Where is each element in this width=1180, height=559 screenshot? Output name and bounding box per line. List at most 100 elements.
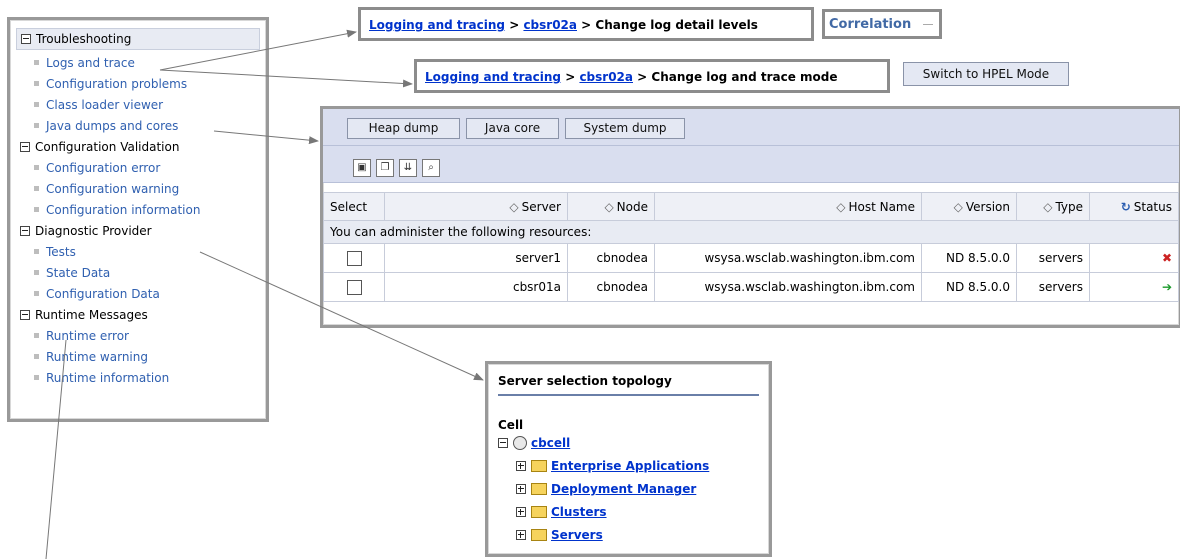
expand-icon[interactable] <box>516 483 526 494</box>
column-node[interactable]: ◇ Node <box>567 192 655 221</box>
heap-dump-button[interactable]: Heap dump <box>347 118 460 139</box>
nav-item-configuration-data[interactable]: Configuration Data <box>16 284 260 305</box>
breadcrumb-link-logging-and-tracing[interactable]: Logging and tracing <box>369 18 505 32</box>
node-cell: cbnodea <box>567 272 655 302</box>
column-version[interactable]: ◇ Version <box>921 192 1017 221</box>
sort-icon: ◇ <box>509 199 519 214</box>
switch-to-hpel-button[interactable]: Switch to HPEL Mode <box>903 62 1069 86</box>
bullet-icon <box>34 186 39 191</box>
stopped-status-icon: ✖ <box>1161 251 1172 265</box>
node-cell: cbnodea <box>567 243 655 273</box>
java-core-button[interactable]: Java core <box>466 118 559 139</box>
nav-group-diagnostic-provider[interactable]: Diagnostic Provider <box>16 221 260 242</box>
nav-item-configuration-warning[interactable]: Configuration warning <box>16 179 260 200</box>
topology-title: Server selection topology <box>498 374 759 396</box>
sort-icon: ◇ <box>953 199 963 214</box>
bullet-icon <box>34 123 39 128</box>
collapse-icon[interactable] <box>20 225 30 236</box>
table-row: cbsr01a cbnodea wsysa.wsclab.washington.… <box>323 272 1179 302</box>
administer-note: You can administer the following resourc… <box>323 220 1179 244</box>
nav-item-class-loader-viewer[interactable]: Class loader viewer <box>16 95 260 116</box>
bullet-icon <box>34 375 39 380</box>
collapse-icon[interactable] <box>20 309 30 320</box>
collapse-icon[interactable] <box>20 141 30 152</box>
nav-group-runtime-messages[interactable]: Runtime Messages <box>16 305 260 326</box>
nav-item-java-dumps-and-cores[interactable]: Java dumps and cores <box>16 116 260 137</box>
expand-icon[interactable] <box>516 506 526 517</box>
bullet-icon <box>34 249 39 254</box>
dump-toolbar: Heap dump Java core System dump <box>323 109 1179 146</box>
collapse-icon[interactable] <box>498 437 508 448</box>
show-filter-icon[interactable]: ⇊ <box>399 159 417 177</box>
table-note-row: You can administer the following resourc… <box>323 220 1179 244</box>
cell-label: Cell <box>498 418 524 432</box>
servers-table: Select ◇ Server ◇ Node ◇ Host Name ◇ Version… <box>323 192 1179 302</box>
selection-toolbar: ▣ ❐ ⇊ ⌕ <box>323 146 1179 183</box>
table-row: server1 cbnodea wsysa.wsclab.washington.… <box>323 243 1179 273</box>
tab-correlation[interactable]: Correlation <box>822 9 942 39</box>
sort-icon: ◇ <box>1043 199 1053 214</box>
column-status[interactable]: ↻ Status <box>1089 192 1179 221</box>
folder-icon <box>531 528 547 541</box>
troubleshooting-nav-panel: Troubleshooting Logs and trace Configura… <box>7 17 269 422</box>
version-cell: ND 8.5.0.0 <box>921 272 1017 302</box>
system-dump-button[interactable]: System dump <box>565 118 685 139</box>
nav-item-runtime-error[interactable]: Runtime error <box>16 326 260 347</box>
breadcrumb-link-server[interactable]: cbsr02a <box>523 18 577 32</box>
column-host-name[interactable]: ◇ Host Name <box>654 192 922 221</box>
version-cell: ND 8.5.0.0 <box>921 243 1017 273</box>
column-select: Select <box>323 192 385 221</box>
breadcrumb-link-server[interactable]: cbsr02a <box>579 70 633 84</box>
nav-item-state-data[interactable]: State Data <box>16 263 260 284</box>
bullet-icon <box>34 60 39 65</box>
bullet-icon <box>34 354 39 359</box>
nav-item-configuration-information[interactable]: Configuration information <box>16 200 260 221</box>
table-header-row: Select ◇ Server ◇ Node ◇ Host Name ◇ Version… <box>323 192 1179 221</box>
nav-item-runtime-warning[interactable]: Runtime warning <box>16 347 260 368</box>
host-name-cell: wsysa.wsclab.washington.ibm.com <box>654 243 922 273</box>
column-type[interactable]: ◇ Type <box>1016 192 1090 221</box>
tree-link-clusters[interactable]: Clusters <box>551 505 607 519</box>
expand-icon[interactable] <box>516 529 526 540</box>
bullet-icon <box>34 270 39 275</box>
sort-icon: ◇ <box>836 199 846 214</box>
troubleshooting-header[interactable]: Troubleshooting <box>16 28 260 50</box>
clear-filter-icon[interactable]: ⌕ <box>422 159 440 177</box>
nav-item-logs-and-trace[interactable]: Logs and trace <box>16 53 260 74</box>
tree-link-enterprise-applications[interactable]: Enterprise Applications <box>551 459 709 473</box>
nav-item-configuration-problems[interactable]: Configuration problems <box>16 74 260 95</box>
tree-node-enterprise-applications: Enterprise Applications <box>498 455 759 478</box>
cell-globe-icon <box>513 435 527 450</box>
breadcrumb-log-detail-levels: Logging and tracing > cbsr02a > Change l… <box>358 7 814 41</box>
bullet-icon <box>34 81 39 86</box>
expand-icon[interactable] <box>516 460 526 471</box>
bullet-icon <box>34 165 39 170</box>
tree-link-servers[interactable]: Servers <box>551 528 603 542</box>
breadcrumb-link-logging-and-tracing[interactable]: Logging and tracing <box>425 70 561 84</box>
tree-node-servers: Servers <box>498 524 759 547</box>
collapse-icon[interactable] <box>21 33 31 44</box>
nav-item-configuration-error[interactable]: Configuration error <box>16 158 260 179</box>
sort-icon: ◇ <box>604 199 614 214</box>
tree-node-deployment-manager: Deployment Manager <box>498 478 759 501</box>
tree-link-cell[interactable]: cbcell <box>531 436 570 450</box>
nav-item-runtime-information[interactable]: Runtime information <box>16 368 260 389</box>
type-cell: servers <box>1016 272 1090 302</box>
nav-group-configuration-validation[interactable]: Configuration Validation <box>16 137 260 158</box>
bullet-icon <box>34 102 39 107</box>
column-server[interactable]: ◇ Server <box>384 192 568 221</box>
bullet-icon <box>34 333 39 338</box>
refresh-status-icon[interactable]: ↻ <box>1121 200 1131 214</box>
tab-divider <box>923 24 933 25</box>
server-topology-panel: Server selection topology Cell cbcell En… <box>485 361 772 557</box>
select-all-icon[interactable]: ▣ <box>353 159 371 177</box>
row-select-checkbox[interactable] <box>346 279 362 295</box>
nav-item-tests[interactable]: Tests <box>16 242 260 263</box>
server-name-cell: cbsr01a <box>384 272 568 302</box>
deselect-all-icon[interactable]: ❐ <box>376 159 394 177</box>
servers-panel: Heap dump Java core System dump ▣ ❐ ⇊ ⌕ … <box>320 106 1180 328</box>
folder-icon <box>531 459 547 472</box>
status-cell: ✖ <box>1089 243 1179 273</box>
row-select-checkbox[interactable] <box>346 250 362 266</box>
tree-link-deployment-manager[interactable]: Deployment Manager <box>551 482 696 496</box>
